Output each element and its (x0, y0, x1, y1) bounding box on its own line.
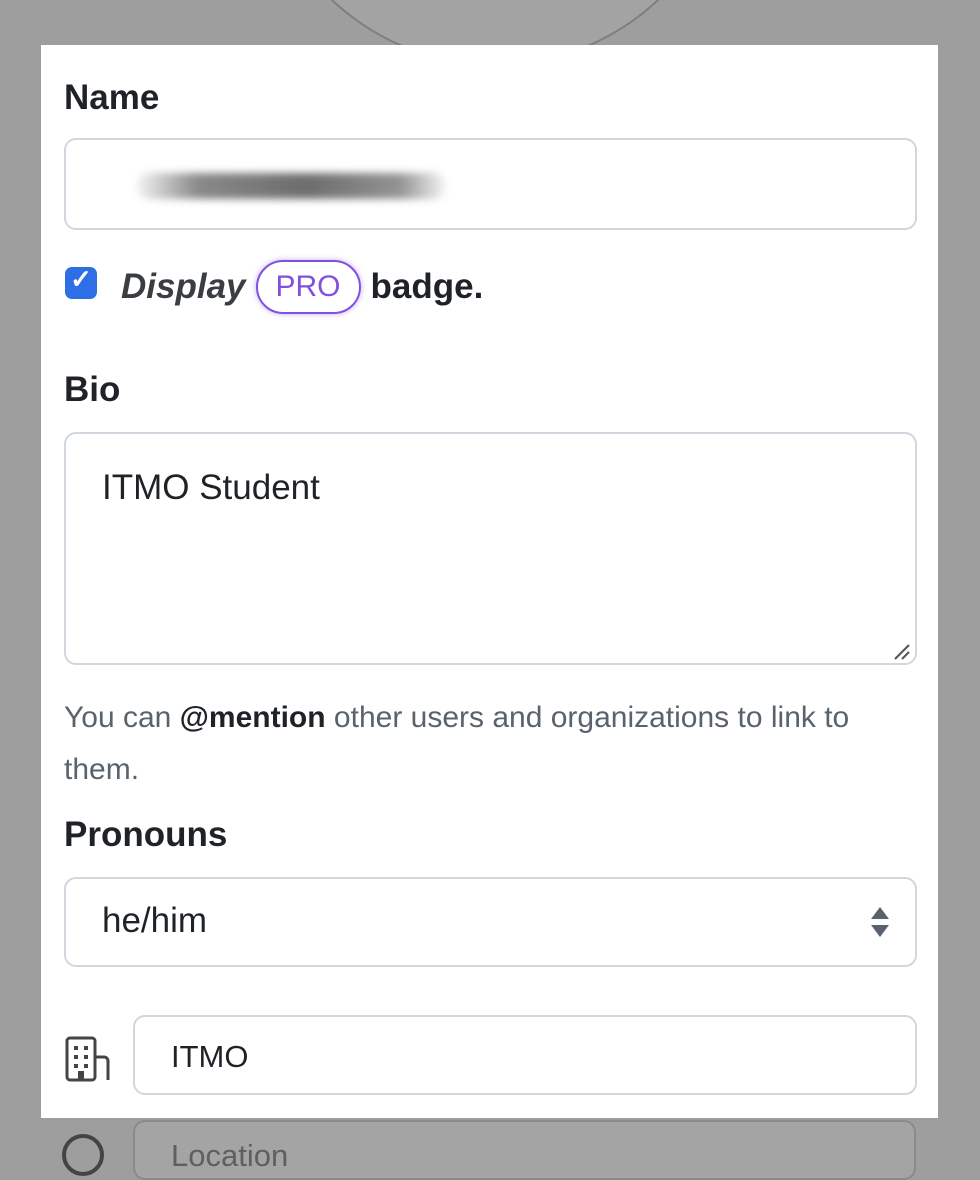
location-icon (62, 1134, 104, 1176)
company-input[interactable]: ITMO (133, 1015, 917, 1095)
pronouns-select[interactable]: he/him (64, 877, 917, 967)
display-pro-badge-checkbox[interactable]: ✓ (65, 264, 97, 299)
bio-label: Bio (64, 370, 121, 409)
bio-value: ITMO Student (102, 468, 320, 507)
hint-text-before: You can (64, 701, 180, 734)
company-value: ITMO (171, 1039, 249, 1074)
resize-grip-icon[interactable] (891, 641, 911, 661)
hint-mention: @mention (179, 701, 326, 734)
checkmark-icon: ✓ (70, 264, 92, 294)
badge-word: badge. (370, 267, 484, 306)
name-value-redacted (136, 173, 446, 199)
bio-textarea[interactable]: ITMO Student (64, 432, 917, 665)
location-placeholder: Location (171, 1138, 289, 1173)
display-word: Display (121, 267, 246, 306)
profile-form-panel: Name ✓ Display PRO badge. Bio ITMO Stude… (41, 45, 938, 1118)
select-arrows-icon (871, 907, 889, 937)
pro-badge: PRO (255, 260, 361, 314)
name-label: Name (64, 78, 160, 117)
mention-hint: You can @mention other users and organiz… (64, 692, 924, 796)
name-input[interactable] (64, 138, 917, 230)
organization-icon (65, 1036, 110, 1082)
pronouns-label: Pronouns (64, 815, 228, 854)
pronouns-selected-value: he/him (102, 901, 208, 940)
location-input[interactable]: Location (133, 1120, 916, 1180)
display-pro-badge-label[interactable]: Display PRO badge. (121, 259, 483, 315)
